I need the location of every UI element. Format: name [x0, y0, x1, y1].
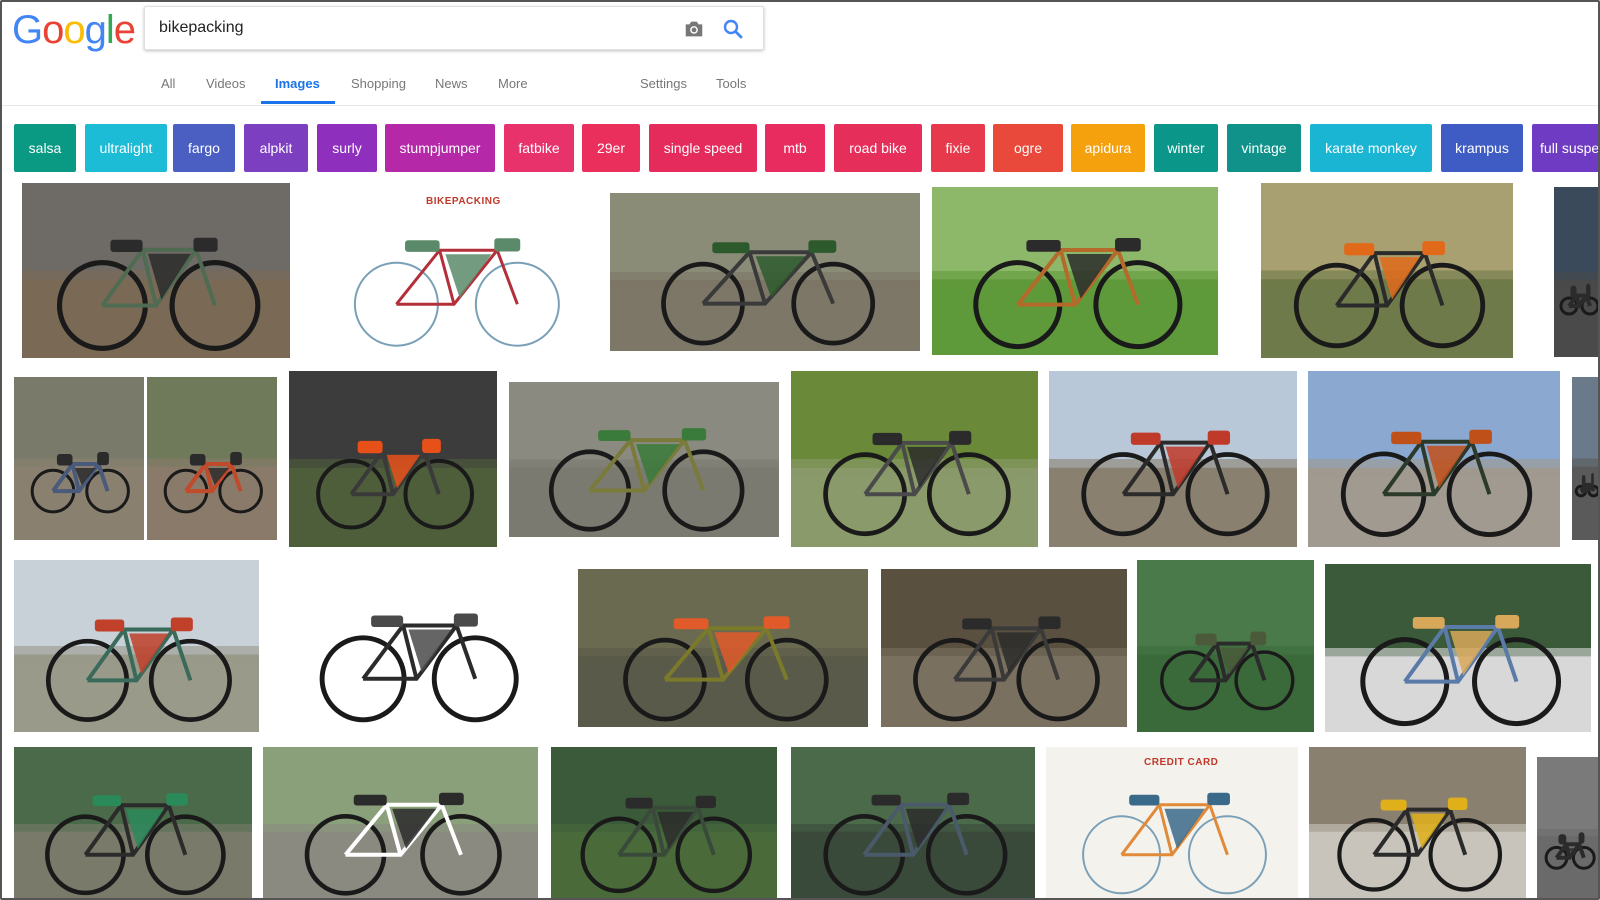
image-result-thumbnail[interactable]	[610, 193, 920, 351]
image-result-thumbnail[interactable]	[881, 569, 1127, 727]
image-result-thumbnail[interactable]	[932, 187, 1218, 355]
image-result-thumbnail[interactable]	[14, 560, 259, 732]
image-result-thumbnail[interactable]	[791, 747, 1035, 898]
image-result-thumbnail[interactable]	[551, 747, 777, 898]
image-result-thumbnail[interactable]	[1309, 747, 1526, 898]
image-result-thumbnail[interactable]	[147, 377, 277, 540]
image-result-thumbnail[interactable]	[1049, 371, 1297, 547]
sketch-title-text: BIKEPACKING	[426, 196, 501, 207]
image-result-thumbnail[interactable]	[1554, 187, 1598, 357]
sketch-title-text: CREDIT CARD	[1144, 757, 1219, 768]
image-result-thumbnail[interactable]	[1325, 564, 1591, 732]
image-result-thumbnail[interactable]	[263, 747, 538, 898]
browser-frame: Google All Videos Images Shopping News M…	[0, 0, 1600, 900]
image-result-thumbnail[interactable]: CREDIT CARD	[1046, 747, 1298, 898]
image-result-thumbnail[interactable]: BIKEPACKING	[310, 188, 598, 354]
image-result-thumbnail[interactable]	[1308, 371, 1560, 547]
image-result-thumbnail[interactable]	[1537, 757, 1598, 898]
image-result-thumbnail[interactable]	[283, 564, 550, 728]
image-result-thumbnail[interactable]	[578, 569, 868, 727]
image-result-thumbnail[interactable]	[1261, 183, 1513, 358]
image-result-thumbnail[interactable]	[791, 371, 1038, 547]
image-result-thumbnail[interactable]	[289, 371, 497, 547]
image-result-thumbnail[interactable]	[1572, 377, 1598, 540]
image-result-thumbnail[interactable]	[509, 382, 779, 537]
image-result-thumbnail[interactable]	[1137, 560, 1314, 732]
image-result-thumbnail[interactable]	[14, 747, 252, 898]
image-result-thumbnail[interactable]	[14, 377, 144, 540]
image-results-grid: BIKEPACKING CREDIT CARD	[2, 2, 1598, 898]
image-result-thumbnail[interactable]	[22, 183, 290, 358]
